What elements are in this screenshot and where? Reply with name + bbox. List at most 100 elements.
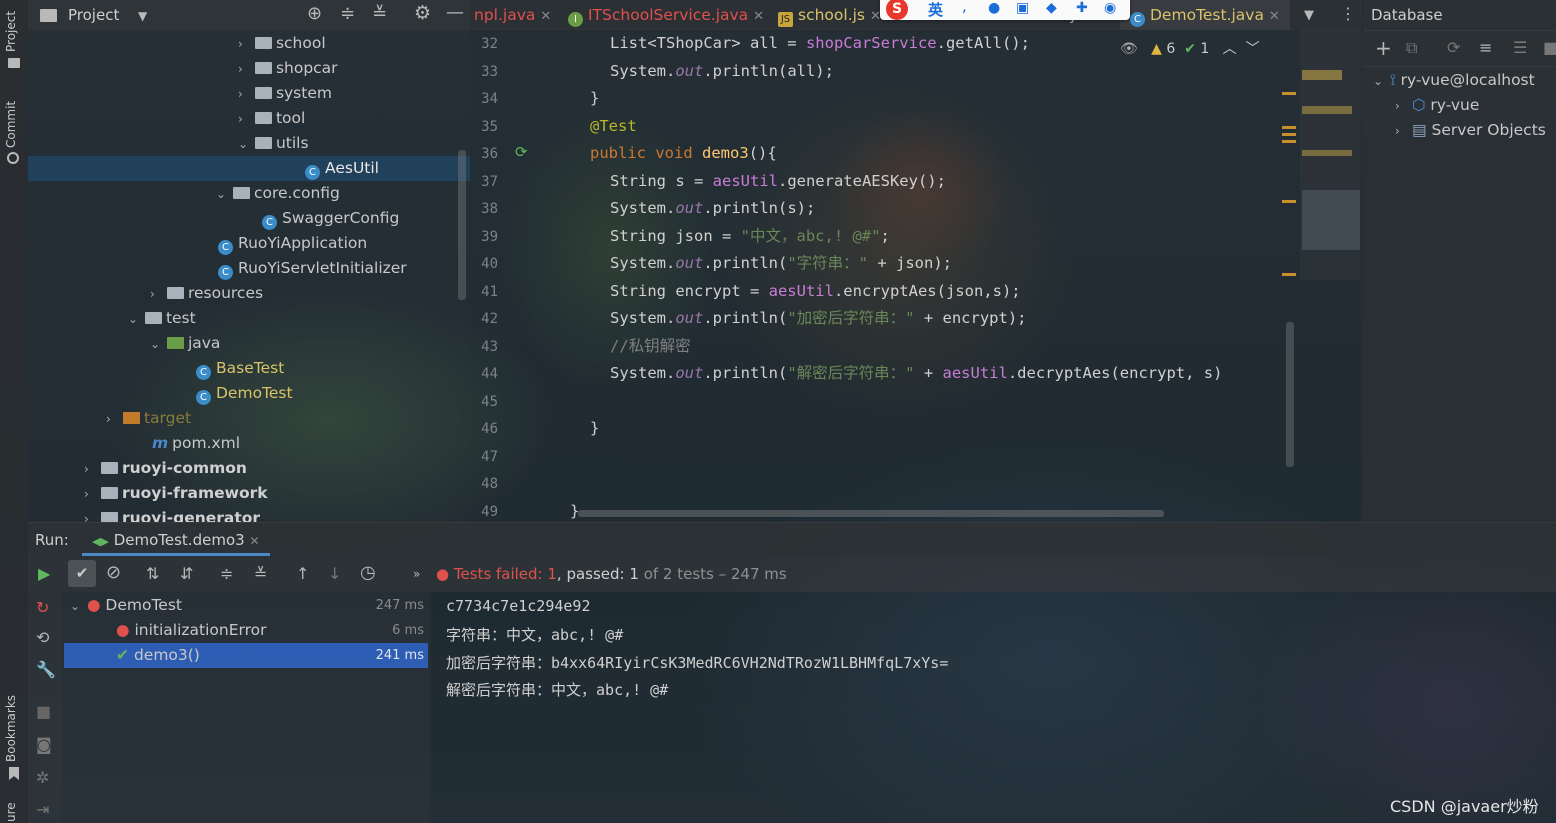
code-line[interactable]: //私钥解密 bbox=[610, 333, 691, 360]
chevron-right-icon[interactable]: › bbox=[84, 457, 96, 482]
chevron-right-icon[interactable]: › bbox=[150, 282, 162, 307]
code-line[interactable]: String encrypt = aesUtil.encryptAes(json… bbox=[610, 278, 1021, 305]
properties-icon[interactable]: ≡ bbox=[1479, 40, 1492, 56]
minimap[interactable] bbox=[1300, 30, 1360, 280]
tree-item-system[interactable]: › system bbox=[238, 81, 332, 106]
tree-item-ruoyiapplication[interactable]: C RuoYiApplication bbox=[218, 231, 367, 256]
bookmarks-tool-button[interactable]: Bookmarks bbox=[4, 695, 18, 762]
close-icon[interactable]: ✕ bbox=[753, 9, 764, 24]
tree-item-core-config[interactable]: ⌄ core.config bbox=[216, 181, 340, 206]
code-editor[interactable]: 👁 ▲ 6 ✔ 1 ︿ ﹀ ⟳ 32 33 34 35 36 37 38 39 40 41 42 43… bbox=[470, 30, 1360, 522]
close-icon[interactable]: ✕ bbox=[249, 534, 259, 548]
camera-icon[interactable]: ◙ bbox=[36, 737, 52, 753]
show-passed-toggle[interactable]: ✔ bbox=[68, 560, 96, 587]
close-icon[interactable]: ✕ bbox=[540, 9, 551, 24]
minimize-icon[interactable]: — bbox=[446, 4, 464, 22]
console-output[interactable]: c7734c7e1c294e92 字符串：中文，abc,! @# 加密后字符串：… bbox=[431, 592, 1556, 823]
prev-failed-icon[interactable]: ↑ bbox=[296, 566, 309, 582]
rerun-icon[interactable]: ▶ bbox=[38, 566, 50, 582]
tree-item-demotest[interactable]: C DemoTest bbox=[196, 381, 293, 406]
tree-item-ruoyiservletinitializer[interactable]: C RuoYiServletInitializer bbox=[218, 256, 407, 281]
tab-demotest[interactable]: C DemoTest.java ✕ bbox=[1120, 0, 1290, 30]
expand-all-icon[interactable]: ≑ bbox=[340, 5, 355, 23]
tree-scrollbar[interactable] bbox=[458, 150, 466, 300]
chevron-down-icon[interactable]: ▼ bbox=[138, 8, 147, 24]
show-ignored-icon[interactable]: ⊘ bbox=[106, 564, 121, 582]
test-row-selected[interactable]: ✔ demo3() 241 ms bbox=[64, 643, 428, 668]
chevron-down-icon[interactable]: ⌄ bbox=[70, 594, 82, 619]
more-icon[interactable]: ⋮ bbox=[1340, 6, 1356, 22]
wrench-icon[interactable]: 🔧 bbox=[36, 662, 56, 678]
mic-icon[interactable]: ● bbox=[988, 0, 1000, 16]
chevron-right-icon[interactable]: › bbox=[84, 507, 96, 522]
skin-icon[interactable]: ◆ bbox=[1046, 0, 1057, 16]
chevron-down-icon[interactable]: ⌄ bbox=[128, 307, 140, 332]
tree-item-tool[interactable]: › tool bbox=[238, 106, 305, 131]
more-actions-icon[interactable]: » bbox=[413, 566, 420, 582]
keyboard-icon[interactable]: ▣ bbox=[1016, 0, 1029, 16]
gear-icon[interactable]: ⚙ bbox=[414, 4, 431, 23]
project-view-selector[interactable]: Project bbox=[68, 6, 119, 24]
exit-icon[interactable]: ⇥ bbox=[36, 802, 49, 818]
add-icon[interactable]: + bbox=[1375, 38, 1392, 58]
rerun-failed-icon[interactable]: ↻ bbox=[36, 600, 49, 616]
tab-npl[interactable]: npl.java ✕ bbox=[474, 0, 551, 30]
ime-mode-toggle[interactable]: 英 bbox=[928, 0, 943, 20]
next-failed-icon[interactable]: ↓ bbox=[328, 566, 341, 582]
code-line[interactable]: System.out.println("字符串：" + json); bbox=[610, 250, 952, 277]
tree-item-test[interactable]: ⌄ test bbox=[128, 306, 196, 331]
punct-icon[interactable]: , bbox=[962, 0, 967, 15]
chevron-right-icon[interactable]: › bbox=[238, 107, 250, 132]
tree-item-java[interactable]: ⌄ java bbox=[150, 331, 220, 356]
tree-item-ruoyi-common[interactable]: › ruoyi-common bbox=[84, 456, 247, 481]
tree-item-aesutil[interactable]: C AesUtil bbox=[28, 156, 470, 181]
tab-itschoolservice[interactable]: I ITSchoolService.java ✕ bbox=[568, 0, 764, 30]
reader-mode-icon[interactable]: 👁 bbox=[1120, 41, 1138, 57]
stop-icon[interactable]: ■ bbox=[36, 704, 51, 720]
code-line[interactable]: } bbox=[570, 498, 579, 523]
chevron-right-icon[interactable]: › bbox=[106, 407, 118, 432]
toolbox-icon[interactable]: ✚ bbox=[1076, 0, 1088, 16]
code-line[interactable]: System.out.println(s); bbox=[610, 195, 815, 222]
chevron-down-icon[interactable]: ▼ bbox=[1304, 8, 1314, 24]
tree-item-utils[interactable]: ⌄ utils bbox=[238, 131, 309, 156]
chevron-down-icon[interactable]: ⌄ bbox=[216, 182, 228, 207]
chevron-down-icon[interactable]: ⌄ bbox=[1373, 69, 1385, 94]
run-tab[interactable]: ◀▶ DemoTest.demo3 ✕ bbox=[82, 523, 270, 556]
tree-item-swaggerconfig[interactable]: C SwaggerConfig bbox=[262, 206, 399, 231]
chevron-right-icon[interactable]: › bbox=[238, 57, 250, 82]
code-line[interactable]: String s = aesUtil.generateAESKey(); bbox=[610, 168, 946, 195]
code-line[interactable]: System.out.println("解密后字符串：" + aesUtil.d… bbox=[610, 360, 1222, 387]
server-objects-node[interactable]: › ▤ Server Objects bbox=[1395, 118, 1546, 143]
code-line[interactable]: System.out.println("加密后字符串：" + encrypt); bbox=[610, 305, 1026, 332]
tree-item-school[interactable]: › school bbox=[238, 31, 326, 56]
commit-tool-button[interactable]: Commit bbox=[4, 101, 18, 148]
chevron-down-icon[interactable]: ⌄ bbox=[238, 132, 250, 157]
code-line[interactable]: } bbox=[590, 85, 599, 112]
chevron-right-icon[interactable]: › bbox=[1395, 119, 1407, 144]
tree-item-ruoyi-generator[interactable]: › ruoyi-generator bbox=[84, 506, 260, 522]
copy-icon[interactable]: ⧉ bbox=[1406, 40, 1417, 56]
code-line[interactable]: System.out.println(all); bbox=[610, 58, 834, 85]
chevron-right-icon[interactable]: › bbox=[1395, 94, 1407, 119]
collapse-all-icon[interactable]: ≚ bbox=[372, 5, 387, 23]
settings-icon[interactable]: ◉ bbox=[1104, 0, 1116, 16]
code-line[interactable]: String json = "中文，abc,! @#"; bbox=[610, 223, 890, 250]
tree-item-pom-xml[interactable]: m pom.xml bbox=[152, 431, 240, 456]
code-line[interactable]: List<TShopCar> all = shopCarService.getA… bbox=[610, 30, 1030, 57]
chevron-right-icon[interactable]: › bbox=[238, 32, 250, 57]
history-icon[interactable]: ◷ bbox=[360, 564, 376, 582]
vertical-scrollbar[interactable] bbox=[1286, 322, 1294, 467]
next-highlight-icon[interactable]: ﹀ bbox=[1246, 41, 1260, 57]
schema-node[interactable]: › ⬡ ry-vue bbox=[1395, 93, 1479, 118]
datasource-node[interactable]: ⌄ ⟟ ry-vue@localhost bbox=[1373, 68, 1535, 93]
test-suite-row[interactable]: ⌄ ● DemoTest 247 ms bbox=[70, 593, 428, 618]
collapse-all-icon[interactable]: ≚ bbox=[254, 566, 267, 582]
run-test-gutter-icon[interactable]: ⟳ bbox=[515, 143, 528, 161]
chevron-right-icon[interactable]: › bbox=[238, 82, 250, 107]
inspection-widget[interactable]: 👁 ▲ 6 ✔ 1 ︿ ﹀ bbox=[1120, 38, 1260, 58]
tree-item-shopcar[interactable]: › shopcar bbox=[238, 56, 338, 81]
code-line[interactable]: } bbox=[590, 415, 599, 442]
structure-tool-button[interactable]: ure bbox=[4, 802, 18, 822]
locate-icon[interactable]: ⊕ bbox=[307, 5, 322, 23]
